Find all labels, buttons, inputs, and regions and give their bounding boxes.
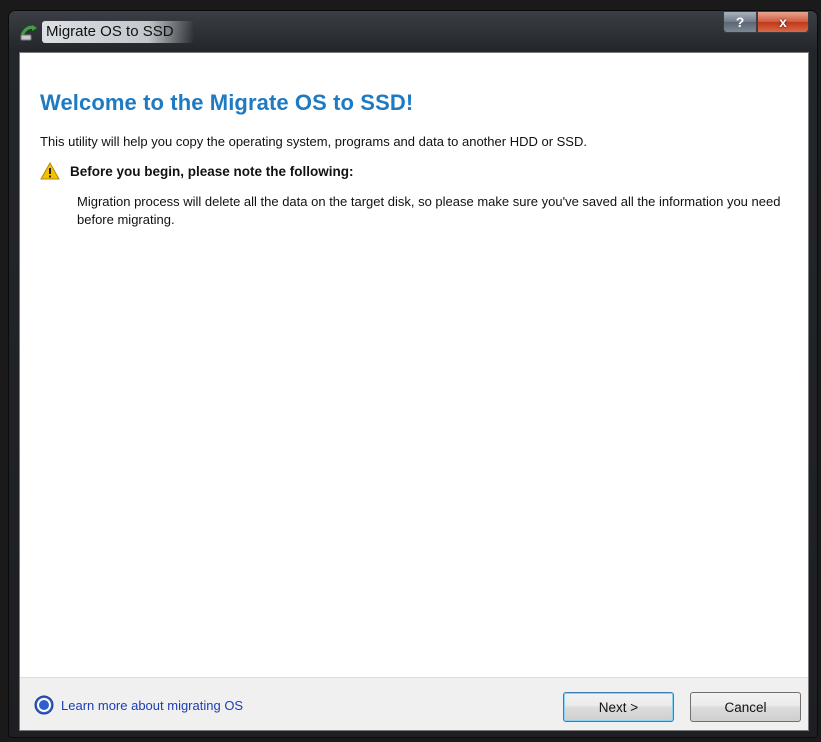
cancel-button[interactable]: Cancel xyxy=(690,692,801,722)
wizard-footer: Learn more about migrating OS Next > Can… xyxy=(20,677,808,730)
window-title: Migrate OS to SSD xyxy=(42,21,194,43)
next-button[interactable]: Next > xyxy=(563,692,674,722)
learn-more-link[interactable]: Learn more about migrating OS xyxy=(34,695,243,715)
migrate-os-app-icon xyxy=(19,22,39,42)
title-bar[interactable]: Migrate OS to SSD ? x xyxy=(9,11,817,51)
page-title: Welcome to the Migrate OS to SSD! xyxy=(40,90,414,115)
caption-buttons: ? x xyxy=(723,11,809,33)
help-circle-icon xyxy=(34,695,54,715)
intro-text: This utility will help you copy the oper… xyxy=(40,134,587,149)
learn-more-label[interactable]: Learn more about migrating OS xyxy=(61,698,243,713)
note-title: Before you begin, please note the follow… xyxy=(70,163,354,179)
note-heading: Before you begin, please note the follow… xyxy=(40,161,354,180)
help-button[interactable]: ? xyxy=(723,11,757,33)
migrate-os-window: Migrate OS to SSD ? x Welcome to the Mig… xyxy=(8,10,818,738)
note-body: Migration process will delete all the da… xyxy=(77,194,781,227)
close-button[interactable]: x xyxy=(757,11,809,33)
wizard-content: Welcome to the Migrate OS to SSD! This u… xyxy=(19,52,809,731)
warning-icon xyxy=(40,161,60,180)
